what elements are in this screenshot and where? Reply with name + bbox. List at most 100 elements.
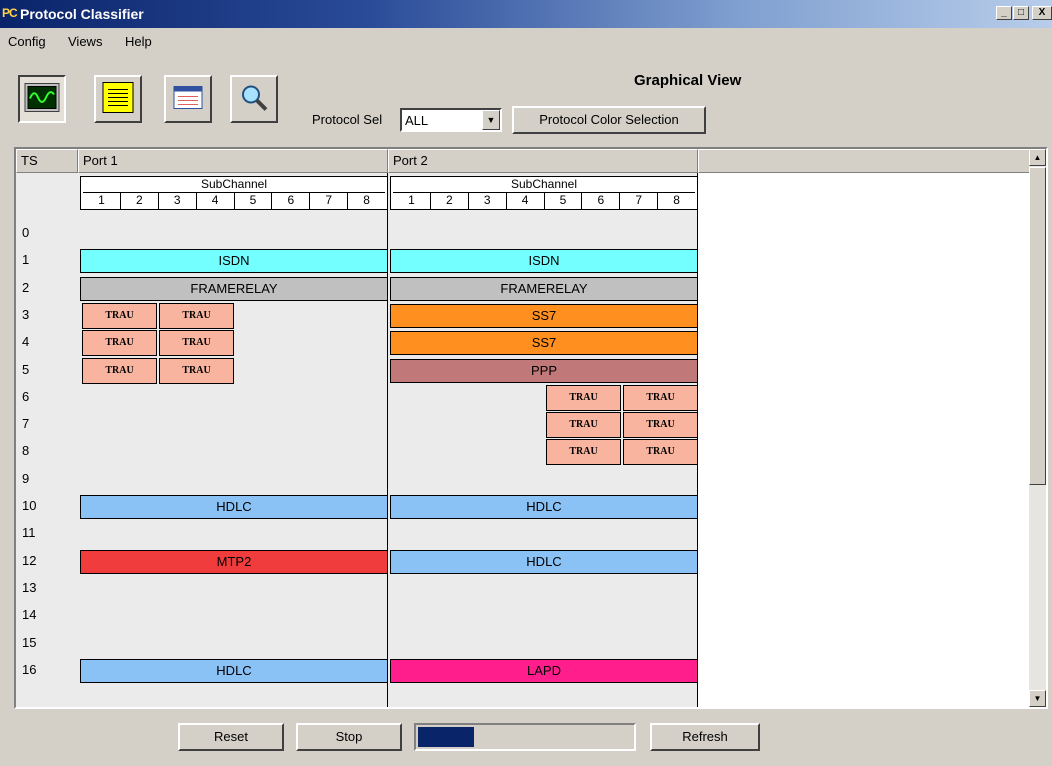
trau-block[interactable]: TRAU <box>159 357 234 384</box>
trau-block[interactable]: TRAU <box>82 330 157 357</box>
protocol-color-selection-button[interactable]: Protocol Color Selection <box>512 106 706 134</box>
trau-block[interactable]: TRAU <box>623 384 698 411</box>
reset-button[interactable]: Reset <box>178 723 284 751</box>
window-view-button[interactable] <box>164 75 212 123</box>
protocol-block-mtp2[interactable]: MTP2 <box>80 549 388 574</box>
protocol-block-framerelay[interactable]: FRAMERELAY <box>390 276 698 301</box>
minimize-button[interactable]: _ <box>996 6 1012 20</box>
subchannel-number: 3 <box>157 193 196 209</box>
protocol-block-isdn[interactable]: ISDN <box>390 249 698 274</box>
refresh-button[interactable]: Refresh <box>650 723 760 751</box>
waveform-monitor-icon <box>24 83 60 116</box>
protocol-block-ss7[interactable]: SS7 <box>390 331 698 356</box>
stop-button[interactable]: Stop <box>296 723 402 751</box>
trau-block[interactable]: TRAU <box>82 357 157 384</box>
timeslot-label: 9 <box>22 470 30 486</box>
subchannel-number: 4 <box>195 193 234 209</box>
subchannel-number: 8 <box>657 193 695 209</box>
menu-config[interactable]: Config <box>8 34 46 49</box>
window-view-icon <box>172 84 204 115</box>
trau-block[interactable]: TRAU <box>546 384 621 411</box>
subchannel-title: SubChannel <box>200 177 268 191</box>
progress-bar <box>414 723 636 751</box>
protocol-sel-label: Protocol Sel <box>312 112 383 127</box>
trau-block[interactable]: TRAU <box>546 412 621 439</box>
timeslot-label: 10 <box>22 498 37 513</box>
graph-view-button[interactable] <box>18 75 66 123</box>
port2-subchannel-header: SubChannel 1 2 3 4 5 6 7 8 <box>390 176 698 210</box>
timeslot-label: 16 <box>22 661 37 677</box>
port1-subchannel-header: SubChannel 1 2 3 4 5 6 7 8 <box>80 176 388 210</box>
protocol-block-ppp[interactable]: PPP <box>390 358 698 383</box>
timeslot-label: 11 <box>22 525 36 541</box>
timeslot-label: 1 <box>22 252 30 268</box>
timeslot-label: 0 <box>22 225 30 240</box>
header-empty <box>698 149 1031 173</box>
timeslot-label: 7 <box>22 416 30 432</box>
subchannel-number: 5 <box>543 193 582 209</box>
protocol-block-framerelay[interactable]: FRAMERELAY <box>80 276 388 301</box>
trau-block[interactable]: TRAU <box>546 439 621 466</box>
subchannel-number: 5 <box>233 193 272 209</box>
trau-block[interactable]: TRAU <box>159 330 234 357</box>
protocol-select-value: ALL <box>405 113 429 128</box>
title-bar: PC Protocol Classifier _ □ X <box>0 0 1052 28</box>
subchannel-number: 7 <box>619 193 657 209</box>
protocol-block-isdn[interactable]: ISDN <box>80 249 388 274</box>
chevron-down-icon[interactable]: ▼ <box>482 110 500 130</box>
protocol-block-hdlc[interactable]: HDLC <box>80 495 388 519</box>
timeslot-label: 5 <box>22 361 30 377</box>
subchannel-number: 1 <box>408 193 415 207</box>
menu-views[interactable]: Views <box>68 34 102 49</box>
menu-help[interactable]: Help <box>125 34 152 49</box>
protocol-block-lapd[interactable]: LAPD <box>390 658 698 683</box>
timeslot-label: 8 <box>22 443 30 459</box>
subchannel-number: 7 <box>309 193 347 209</box>
scroll-up-icon[interactable]: ▲ <box>1029 149 1046 166</box>
subchannel-number: 2 <box>119 193 158 209</box>
header-port1[interactable]: Port 1 <box>78 149 388 173</box>
timeslot-label: 2 <box>22 279 30 295</box>
subchannel-numbers: 1 2 3 4 5 6 7 8 <box>83 192 385 210</box>
timeslot-label: 14 <box>22 607 37 623</box>
close-button[interactable]: X <box>1032 6 1052 20</box>
header-port2[interactable]: Port 2 <box>388 149 698 173</box>
subchannel-number: 3 <box>467 193 506 209</box>
trau-block[interactable]: TRAU <box>82 302 157 329</box>
protocol-block-hdlc[interactable]: HDLC <box>390 495 698 519</box>
subchannel-number: 2 <box>429 193 468 209</box>
protocol-block-ss7[interactable]: SS7 <box>390 303 698 328</box>
timeslot-label: 3 <box>22 306 30 322</box>
app-icon: PC <box>2 6 18 20</box>
subchannel-number: 1 <box>98 193 105 207</box>
window-title: Protocol Classifier <box>20 6 144 22</box>
trau-block[interactable]: TRAU <box>623 412 698 439</box>
progress-fill <box>418 727 474 747</box>
protocol-block-hdlc[interactable]: HDLC <box>390 549 698 574</box>
search-button[interactable] <box>230 75 278 123</box>
protocol-block-hdlc[interactable]: HDLC <box>80 658 388 683</box>
vertical-scrollbar[interactable]: ▲ ▼ <box>1029 149 1046 707</box>
trau-block[interactable]: TRAU <box>159 302 234 329</box>
protocol-grid: TS Port 1 Port 2 SubChannel 1 2 3 4 5 6 … <box>14 147 1048 709</box>
maximize-button[interactable]: □ <box>1013 6 1029 20</box>
subchannel-number: 4 <box>505 193 544 209</box>
header-ts[interactable]: TS <box>16 149 78 173</box>
scroll-down-icon[interactable]: ▼ <box>1029 690 1046 707</box>
trau-block[interactable]: TRAU <box>623 439 698 466</box>
menu-bar: Config Views Help <box>0 30 1052 52</box>
protocol-select[interactable]: ALL ▼ <box>400 108 502 132</box>
view-title: Graphical View <box>634 72 742 89</box>
data-list-icon <box>101 81 135 118</box>
subchannel-numbers: 1 2 3 4 5 6 7 8 <box>393 192 695 210</box>
timeslot-label: 4 <box>22 334 30 350</box>
subchannel-number: 6 <box>581 193 619 209</box>
timeslot-label: 6 <box>22 388 30 404</box>
magnifier-icon <box>239 83 269 116</box>
subchannel-number: 8 <box>347 193 385 209</box>
subchannel-title: SubChannel <box>510 177 578 191</box>
timeslot-label: 12 <box>22 552 37 568</box>
scroll-thumb[interactable] <box>1029 167 1046 485</box>
timeslot-label: 15 <box>22 634 37 650</box>
list-view-button[interactable] <box>94 75 142 123</box>
